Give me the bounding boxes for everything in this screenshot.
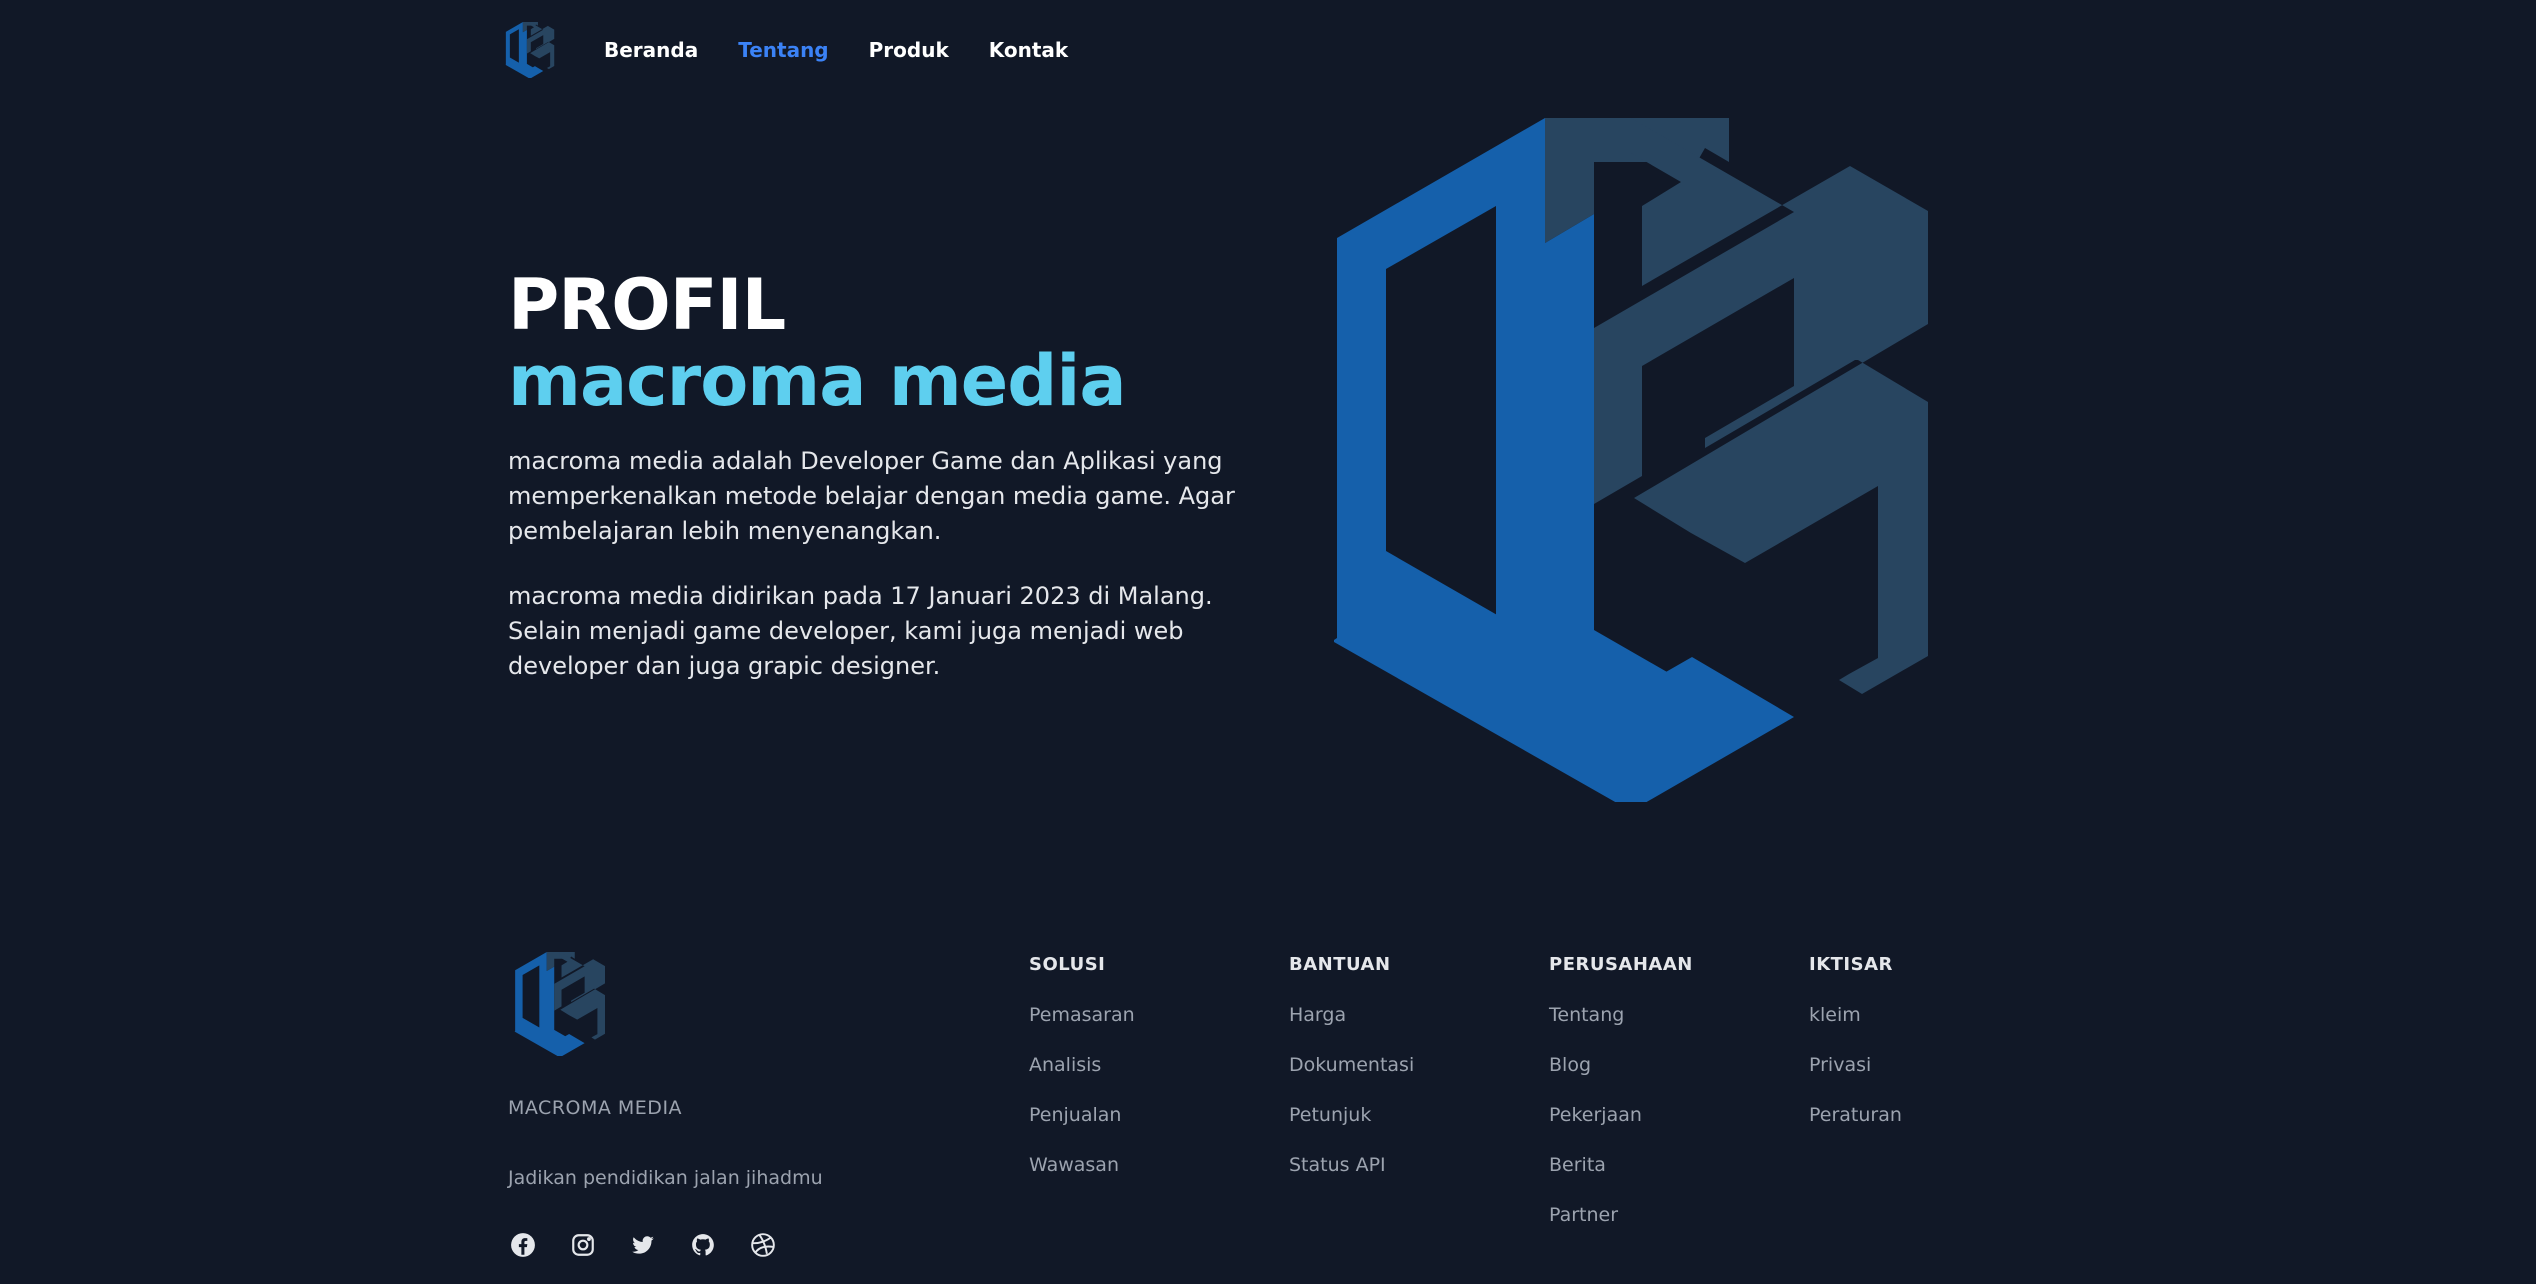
main-nav: Beranda Tentang Produk Kontak — [604, 38, 1068, 62]
dribbble-icon[interactable] — [750, 1232, 776, 1258]
footer-link-berita[interactable]: Berita — [1549, 1154, 1693, 1204]
footer-tagline: Jadikan pendidikan jalan jihadmu — [508, 1167, 823, 1189]
nav-link-produk[interactable]: Produk — [869, 38, 949, 62]
footer-column-solusi: SOLUSI Pemasaran Analisis Penjualan Wawa… — [1029, 954, 1135, 1204]
nav-link-tentang[interactable]: Tentang — [738, 38, 828, 62]
twitter-icon[interactable] — [630, 1232, 656, 1258]
social-links — [510, 1232, 776, 1258]
footer-brand-name: MACROMA MEDIA — [508, 1097, 683, 1119]
footer-column-title: IKTISAR — [1809, 954, 1893, 975]
footer-column-title: PERUSAHAAN — [1549, 954, 1693, 975]
footer-link-penjualan[interactable]: Penjualan — [1029, 1104, 1135, 1154]
footer-link-peraturan[interactable]: Peraturan — [1809, 1104, 1902, 1154]
footer-link-blog[interactable]: Blog — [1549, 1054, 1693, 1104]
footer-link-dokumentasi[interactable]: Dokumentasi — [1289, 1054, 1414, 1104]
hero-logo-illustration — [1334, 118, 1928, 802]
hero-title-line1: PROFIL — [508, 264, 786, 346]
footer-column-title: BANTUAN — [1289, 954, 1391, 975]
nav-link-beranda[interactable]: Beranda — [604, 38, 698, 62]
footer-link-privasi[interactable]: Privasi — [1809, 1054, 1902, 1104]
facebook-icon[interactable] — [510, 1232, 536, 1258]
footer-column-iktisar: IKTISAR kleim Privasi Peraturan — [1809, 954, 1902, 1154]
footer-link-pemasaran[interactable]: Pemasaran — [1029, 1004, 1135, 1054]
hero-paragraph-2: macroma media didirikan pada 17 Januari … — [508, 582, 1213, 680]
footer-link-wawasan[interactable]: Wawasan — [1029, 1154, 1135, 1204]
footer-link-harga[interactable]: Harga — [1289, 1004, 1414, 1054]
github-icon[interactable] — [690, 1232, 716, 1258]
footer-link-petunjuk[interactable]: Petunjuk — [1289, 1104, 1414, 1154]
footer-column-perusahaan: PERUSAHAAN Tentang Blog Pekerjaan Berita… — [1549, 954, 1693, 1254]
instagram-icon[interactable] — [570, 1232, 596, 1258]
nav-link-kontak[interactable]: Kontak — [989, 38, 1068, 62]
footer-link-analisis[interactable]: Analisis — [1029, 1054, 1135, 1104]
hero-title: PROFIL macroma media — [508, 264, 1127, 422]
footer-link-status-api[interactable]: Status API — [1289, 1154, 1414, 1204]
footer-column-title: SOLUSI — [1029, 954, 1106, 975]
footer-link-kleim[interactable]: kleim — [1809, 1004, 1902, 1054]
footer-link-partner[interactable]: Partner — [1549, 1204, 1693, 1254]
footer-logo-icon — [514, 952, 606, 1056]
macroma-logo-icon[interactable] — [502, 22, 558, 78]
footer-link-pekerjaan[interactable]: Pekerjaan — [1549, 1104, 1693, 1154]
footer-column-bantuan: BANTUAN Harga Dokumentasi Petunjuk Statu… — [1289, 954, 1414, 1204]
hero-title-line2: macroma media — [508, 340, 1127, 422]
hero-paragraph-1: macroma media adalah Developer Game dan … — [508, 447, 1235, 545]
footer-link-tentang[interactable]: Tentang — [1549, 1004, 1693, 1054]
